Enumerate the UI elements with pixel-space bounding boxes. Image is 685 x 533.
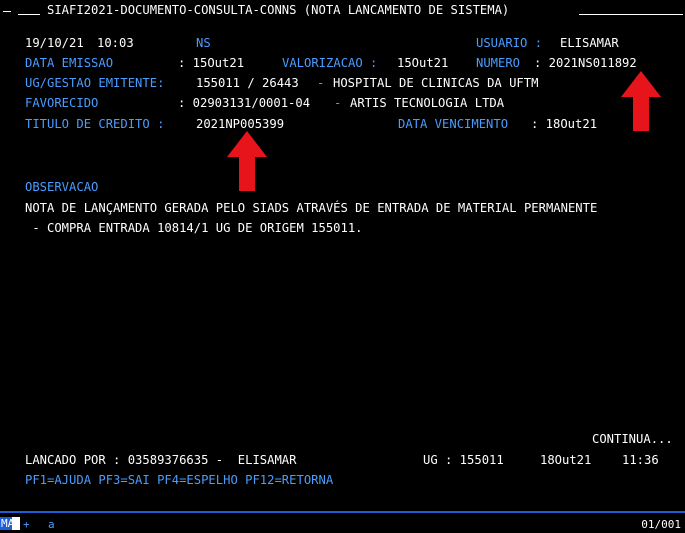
lancado-por: LANCADO POR : 03589376635 - ELISAMAR xyxy=(25,453,297,467)
favorecido-name: ARTIS TECNOLOGIA LTDA xyxy=(350,96,505,110)
valorizacao-value: 15Out21 xyxy=(397,56,449,70)
ug-name: HOSPITAL DE CLINICAS DA UFTM xyxy=(333,76,539,90)
vencimento-label: DATA VENCIMENTO xyxy=(398,117,509,131)
user-label: USUARIO : xyxy=(476,36,543,50)
ug-value: 155011 / 26443 xyxy=(196,76,299,90)
arrow-up-numero-icon xyxy=(621,71,661,131)
vencimento-value: : 18Out21 xyxy=(531,117,598,131)
status-cursor-block xyxy=(12,517,20,530)
user-value: ELISAMAR xyxy=(560,36,619,50)
ug-dash: - xyxy=(317,76,325,90)
pf-key-legend: PF1=AJUDA PF3=SAI PF4=ESPELHO PF12=RETOR… xyxy=(25,473,334,487)
terminal-screen: SIAFI2021-DOCUMENTO-CONSULTA-CONNS (NOTA… xyxy=(0,0,685,532)
continua-text: CONTINUA... xyxy=(592,432,673,446)
terminal-cursor xyxy=(3,11,11,12)
favorecido-dash: - xyxy=(334,96,342,110)
emissao-value: : 15Out21 xyxy=(178,56,245,70)
emulator-status-bar: MA + a 01/001 xyxy=(0,511,685,532)
doc-type: NS xyxy=(196,36,211,50)
title-rule-left xyxy=(18,14,40,15)
ug-label: UG/GESTAO EMITENTE: xyxy=(25,76,165,90)
title-rule-right xyxy=(579,14,683,15)
footer-ug: UG : 155011 xyxy=(423,453,504,467)
observacao-label: OBSERVACAO xyxy=(25,180,99,194)
screen-title: SIAFI2021-DOCUMENTO-CONSULTA-CONNS (NOTA… xyxy=(47,3,510,17)
observacao-line-2: - COMPRA ENTRADA 10814/1 UG DE ORIGEM 15… xyxy=(25,221,363,235)
header-time: 10:03 xyxy=(97,36,134,50)
header-date: 19/10/21 xyxy=(25,36,84,50)
status-a: a xyxy=(48,518,55,531)
status-page-indicator: 01/001 xyxy=(641,518,681,531)
numero-label: NUMERO xyxy=(476,56,521,70)
status-plus: + xyxy=(23,518,30,531)
footer-time: 11:36 xyxy=(622,453,659,467)
emissao-label: DATA EMISSAO xyxy=(25,56,114,70)
footer-date: 18Out21 xyxy=(540,453,592,467)
favorecido-value: : 02903131/0001-04 xyxy=(178,96,311,110)
titulo-label: TITULO DE CREDITO : xyxy=(25,117,165,131)
arrow-up-titulo-icon xyxy=(227,131,267,191)
favorecido-label: FAVORECIDO xyxy=(25,96,99,110)
observacao-line-1: NOTA DE LANÇAMENTO GERADA PELO SIADS ATR… xyxy=(25,201,598,215)
valorizacao-label: VALORIZACAO : xyxy=(282,56,378,70)
